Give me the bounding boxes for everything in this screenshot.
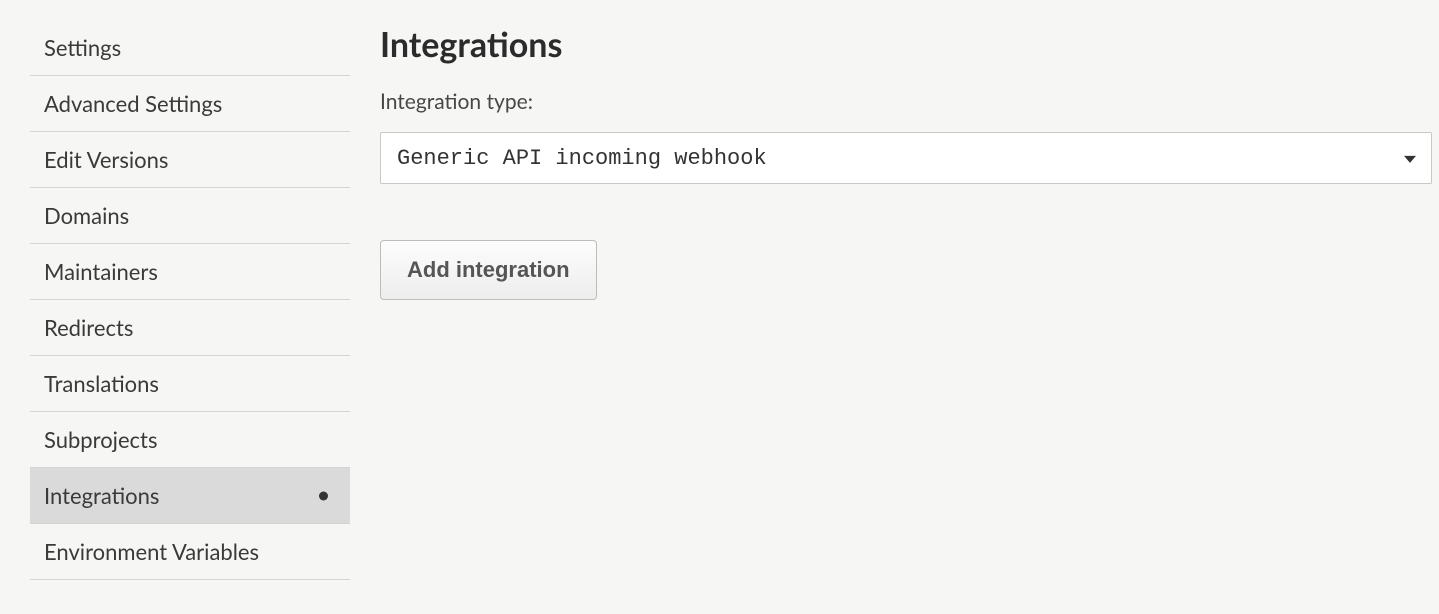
sidebar-item-label: Edit Versions bbox=[44, 146, 168, 173]
sidebar-item-settings[interactable]: Settings bbox=[30, 20, 350, 76]
sidebar-item-integrations[interactable]: Integrations bbox=[30, 468, 350, 524]
sidebar-item-label: Redirects bbox=[44, 314, 133, 341]
integration-type-label: Integration type: bbox=[380, 89, 1432, 114]
sidebar-item-domains[interactable]: Domains bbox=[30, 188, 350, 244]
sidebar-item-label: Subprojects bbox=[44, 426, 157, 453]
sidebar-item-label: Domains bbox=[44, 202, 129, 229]
add-integration-button[interactable]: Add integration bbox=[380, 240, 597, 300]
page-title: Integrations bbox=[380, 24, 1432, 65]
sidebar-item-translations[interactable]: Translations bbox=[30, 356, 350, 412]
sidebar-item-label: Environment Variables bbox=[44, 538, 259, 565]
sidebar: Settings Advanced Settings Edit Versions… bbox=[30, 20, 350, 580]
integration-type-select-wrap: Generic API incoming webhook bbox=[380, 132, 1432, 184]
sidebar-item-label: Integrations bbox=[44, 482, 159, 509]
sidebar-item-redirects[interactable]: Redirects bbox=[30, 300, 350, 356]
sidebar-item-label: Translations bbox=[44, 370, 159, 397]
sidebar-item-label: Settings bbox=[44, 34, 121, 61]
integration-type-select[interactable]: Generic API incoming webhook bbox=[380, 132, 1432, 184]
sidebar-item-subprojects[interactable]: Subprojects bbox=[30, 412, 350, 468]
sidebar-item-maintainers[interactable]: Maintainers bbox=[30, 244, 350, 300]
sidebar-item-advanced-settings[interactable]: Advanced Settings bbox=[30, 76, 350, 132]
sidebar-item-label: Advanced Settings bbox=[44, 90, 222, 117]
sidebar-item-edit-versions[interactable]: Edit Versions bbox=[30, 132, 350, 188]
main-content: Integrations Integration type: Generic A… bbox=[350, 20, 1439, 580]
sidebar-item-environment-variables[interactable]: Environment Variables bbox=[30, 524, 350, 580]
sidebar-item-label: Maintainers bbox=[44, 258, 158, 285]
